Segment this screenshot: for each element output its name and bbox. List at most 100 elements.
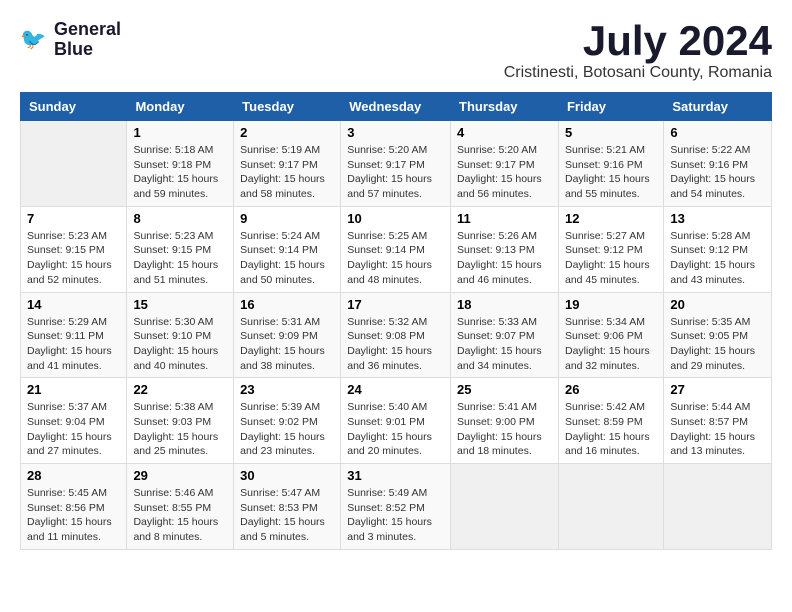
calendar-cell: 10 Sunrise: 5:25 AM Sunset: 9:14 PM Dayli… <box>341 206 451 292</box>
calendar-cell: 16 Sunrise: 5:31 AM Sunset: 9:09 PM Dayli… <box>234 292 341 378</box>
calendar-table: SundayMondayTuesdayWednesdayThursdayFrid… <box>20 92 772 550</box>
day-info: Sunrise: 5:26 AM Sunset: 9:13 PM Dayligh… <box>457 229 552 288</box>
calendar-cell: 31 Sunrise: 5:49 AM Sunset: 8:52 PM Dayli… <box>341 464 451 550</box>
header-friday: Friday <box>558 93 663 121</box>
day-info: Sunrise: 5:46 AM Sunset: 8:55 PM Dayligh… <box>133 486 227 545</box>
day-number: 24 <box>347 382 444 397</box>
day-info: Sunrise: 5:23 AM Sunset: 9:15 PM Dayligh… <box>133 229 227 288</box>
day-number: 17 <box>347 297 444 312</box>
day-number: 29 <box>133 468 227 483</box>
day-info: Sunrise: 5:31 AM Sunset: 9:09 PM Dayligh… <box>240 315 334 374</box>
calendar-week-row: 1 Sunrise: 5:18 AM Sunset: 9:18 PM Daylig… <box>21 121 772 207</box>
header-thursday: Thursday <box>451 93 559 121</box>
calendar-header-row: SundayMondayTuesdayWednesdayThursdayFrid… <box>21 93 772 121</box>
day-info: Sunrise: 5:41 AM Sunset: 9:00 PM Dayligh… <box>457 400 552 459</box>
day-info: Sunrise: 5:42 AM Sunset: 8:59 PM Dayligh… <box>565 400 657 459</box>
calendar-week-row: 14Sunrise: 5:29 AM Sunset: 9:11 PM Dayli… <box>21 292 772 378</box>
day-number: 1 <box>133 125 227 140</box>
day-number: 8 <box>133 211 227 226</box>
header: 🐦 General Blue July 2024 Cristinesti, Bo… <box>20 20 772 82</box>
day-info: Sunrise: 5:18 AM Sunset: 9:18 PM Dayligh… <box>133 143 227 202</box>
day-number: 20 <box>670 297 765 312</box>
day-info: Sunrise: 5:34 AM Sunset: 9:06 PM Dayligh… <box>565 315 657 374</box>
day-number: 21 <box>27 382 120 397</box>
day-number: 16 <box>240 297 334 312</box>
day-info: Sunrise: 5:23 AM Sunset: 9:15 PM Dayligh… <box>27 229 120 288</box>
logo-text: General Blue <box>54 20 121 60</box>
day-info: Sunrise: 5:28 AM Sunset: 9:12 PM Dayligh… <box>670 229 765 288</box>
day-info: Sunrise: 5:33 AM Sunset: 9:07 PM Dayligh… <box>457 315 552 374</box>
header-tuesday: Tuesday <box>234 93 341 121</box>
svg-text:🐦: 🐦 <box>20 28 46 51</box>
day-info: Sunrise: 5:39 AM Sunset: 9:02 PM Dayligh… <box>240 400 334 459</box>
day-number: 27 <box>670 382 765 397</box>
logo-icon: 🐦 <box>20 25 50 55</box>
day-number: 13 <box>670 211 765 226</box>
calendar-cell: 5Sunrise: 5:21 AM Sunset: 9:16 PM Daylig… <box>558 121 663 207</box>
day-info: Sunrise: 5:25 AM Sunset: 9:14 PM Dayligh… <box>347 229 444 288</box>
calendar-cell: 19Sunrise: 5:34 AM Sunset: 9:06 PM Dayli… <box>558 292 663 378</box>
location-title: Cristinesti, Botosani County, Romania <box>504 64 772 82</box>
day-number: 10 <box>347 211 444 226</box>
calendar-cell: 6 Sunrise: 5:22 AM Sunset: 9:16 PM Daylig… <box>664 121 772 207</box>
calendar-cell: 1 Sunrise: 5:18 AM Sunset: 9:18 PM Daylig… <box>127 121 234 207</box>
day-info: Sunrise: 5:27 AM Sunset: 9:12 PM Dayligh… <box>565 229 657 288</box>
calendar-cell: 9Sunrise: 5:24 AM Sunset: 9:14 PM Daylig… <box>234 206 341 292</box>
day-number: 22 <box>133 382 227 397</box>
logo: 🐦 General Blue <box>20 20 121 60</box>
calendar-cell: 17 Sunrise: 5:32 AM Sunset: 9:08 PM Dayli… <box>341 292 451 378</box>
day-number: 15 <box>133 297 227 312</box>
day-number: 30 <box>240 468 334 483</box>
calendar-week-row: 28Sunrise: 5:45 AM Sunset: 8:56 PM Dayli… <box>21 464 772 550</box>
calendar-cell: 27 Sunrise: 5:44 AM Sunset: 8:57 PM Dayli… <box>664 378 772 464</box>
calendar-cell: 20 Sunrise: 5:35 AM Sunset: 9:05 PM Dayli… <box>664 292 772 378</box>
day-info: Sunrise: 5:20 AM Sunset: 9:17 PM Dayligh… <box>457 143 552 202</box>
calendar-cell: 22Sunrise: 5:38 AM Sunset: 9:03 PM Dayli… <box>127 378 234 464</box>
title-section: July 2024 Cristinesti, Botosani County, … <box>504 20 772 82</box>
calendar-cell: 12 Sunrise: 5:27 AM Sunset: 9:12 PM Dayli… <box>558 206 663 292</box>
day-number: 14 <box>27 297 120 312</box>
calendar-week-row: 7Sunrise: 5:23 AM Sunset: 9:15 PM Daylig… <box>21 206 772 292</box>
day-info: Sunrise: 5:19 AM Sunset: 9:17 PM Dayligh… <box>240 143 334 202</box>
day-info: Sunrise: 5:45 AM Sunset: 8:56 PM Dayligh… <box>27 486 120 545</box>
calendar-cell: 28Sunrise: 5:45 AM Sunset: 8:56 PM Dayli… <box>21 464 127 550</box>
calendar-cell: 2 Sunrise: 5:19 AM Sunset: 9:17 PM Daylig… <box>234 121 341 207</box>
day-info: Sunrise: 5:47 AM Sunset: 8:53 PM Dayligh… <box>240 486 334 545</box>
day-info: Sunrise: 5:30 AM Sunset: 9:10 PM Dayligh… <box>133 315 227 374</box>
calendar-cell: 26 Sunrise: 5:42 AM Sunset: 8:59 PM Dayli… <box>558 378 663 464</box>
calendar-cell <box>558 464 663 550</box>
day-info: Sunrise: 5:22 AM Sunset: 9:16 PM Dayligh… <box>670 143 765 202</box>
day-info: Sunrise: 5:49 AM Sunset: 8:52 PM Dayligh… <box>347 486 444 545</box>
day-number: 26 <box>565 382 657 397</box>
month-title: July 2024 <box>504 20 772 62</box>
day-info: Sunrise: 5:44 AM Sunset: 8:57 PM Dayligh… <box>670 400 765 459</box>
day-number: 9 <box>240 211 334 226</box>
day-number: 6 <box>670 125 765 140</box>
day-number: 3 <box>347 125 444 140</box>
day-info: Sunrise: 5:40 AM Sunset: 9:01 PM Dayligh… <box>347 400 444 459</box>
calendar-cell: 14Sunrise: 5:29 AM Sunset: 9:11 PM Dayli… <box>21 292 127 378</box>
day-info: Sunrise: 5:20 AM Sunset: 9:17 PM Dayligh… <box>347 143 444 202</box>
day-info: Sunrise: 5:32 AM Sunset: 9:08 PM Dayligh… <box>347 315 444 374</box>
calendar-cell: 21Sunrise: 5:37 AM Sunset: 9:04 PM Dayli… <box>21 378 127 464</box>
calendar-cell: 11 Sunrise: 5:26 AM Sunset: 9:13 PM Dayli… <box>451 206 559 292</box>
calendar-cell: 13 Sunrise: 5:28 AM Sunset: 9:12 PM Dayli… <box>664 206 772 292</box>
day-number: 2 <box>240 125 334 140</box>
header-saturday: Saturday <box>664 93 772 121</box>
calendar-cell: 8 Sunrise: 5:23 AM Sunset: 9:15 PM Daylig… <box>127 206 234 292</box>
calendar-cell: 15 Sunrise: 5:30 AM Sunset: 9:10 PM Dayli… <box>127 292 234 378</box>
day-number: 11 <box>457 211 552 226</box>
calendar-cell: 3 Sunrise: 5:20 AM Sunset: 9:17 PM Daylig… <box>341 121 451 207</box>
calendar-cell: 23 Sunrise: 5:39 AM Sunset: 9:02 PM Dayli… <box>234 378 341 464</box>
calendar-cell: 29 Sunrise: 5:46 AM Sunset: 8:55 PM Dayli… <box>127 464 234 550</box>
calendar-cell <box>664 464 772 550</box>
calendar-cell: 25Sunrise: 5:41 AM Sunset: 9:00 PM Dayli… <box>451 378 559 464</box>
day-info: Sunrise: 5:35 AM Sunset: 9:05 PM Dayligh… <box>670 315 765 374</box>
day-number: 23 <box>240 382 334 397</box>
header-wednesday: Wednesday <box>341 93 451 121</box>
calendar-cell <box>451 464 559 550</box>
day-number: 12 <box>565 211 657 226</box>
calendar-cell: 4Sunrise: 5:20 AM Sunset: 9:17 PM Daylig… <box>451 121 559 207</box>
day-number: 18 <box>457 297 552 312</box>
day-number: 31 <box>347 468 444 483</box>
